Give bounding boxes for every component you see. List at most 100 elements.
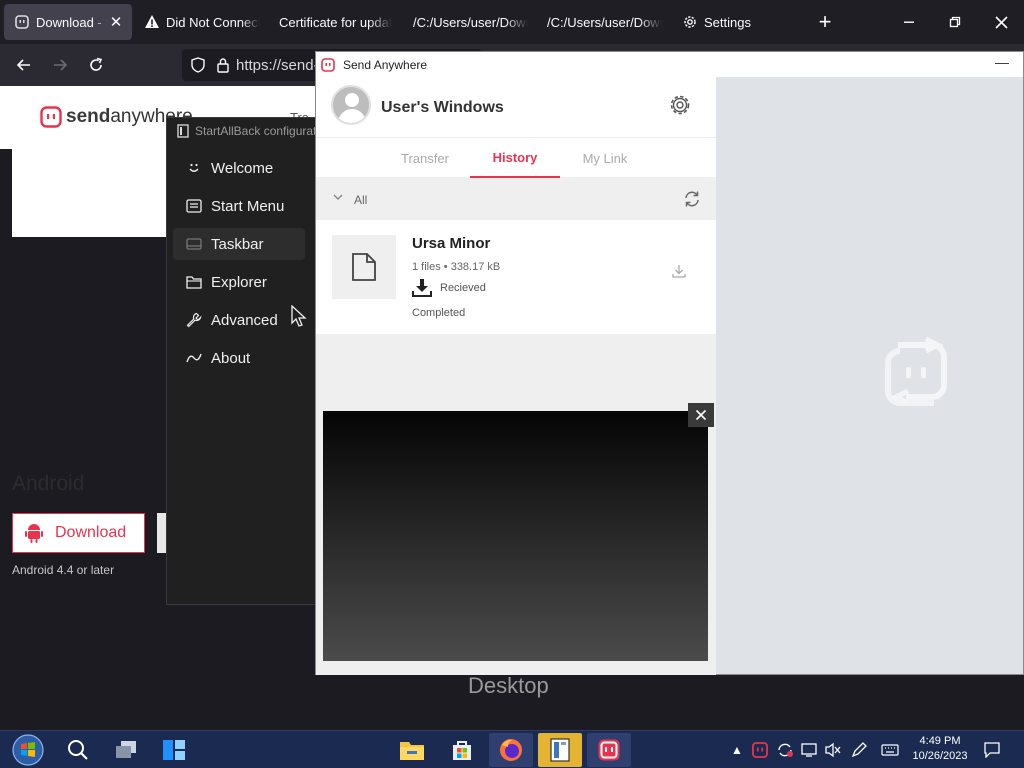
close-icon — [695, 409, 707, 421]
tab-label: Download - Send Anywhere — [36, 14, 108, 30]
send-anywhere-icon — [14, 14, 30, 30]
volume-muted-icon[interactable] — [823, 740, 843, 760]
received-download-icon — [412, 279, 432, 297]
smile-icon — [185, 161, 203, 175]
close-ad-button[interactable] — [688, 403, 714, 427]
tab-settings[interactable]: Settings — [672, 4, 772, 40]
sab-menu-advanced[interactable]: Advanced — [173, 304, 305, 336]
startallback-title: StartAllBack configuration — [195, 124, 333, 138]
firefox-button[interactable] — [489, 733, 533, 767]
video-ad-area[interactable] — [323, 411, 708, 661]
store-button[interactable] — [440, 733, 484, 767]
arrow-left-icon — [16, 59, 30, 71]
minimize-icon — [904, 21, 914, 23]
task-view-button[interactable] — [104, 733, 148, 767]
tab-did-not-connect[interactable]: Did Not Connect — [134, 4, 260, 40]
search-icon — [68, 740, 88, 760]
tab-label: Certificate for updates — [279, 14, 392, 30]
widgets-icon — [163, 740, 185, 760]
back-button[interactable] — [9, 50, 39, 80]
browser-tab-strip: Download - Send Anywhere ✕ Did Not Conne… — [0, 0, 1024, 44]
tab-download-send-anywhere[interactable]: Download - Send Anywhere ✕ — [4, 4, 132, 40]
tab-label: Did Not Connect — [166, 14, 260, 30]
sab-menu-label: Explorer — [211, 273, 267, 291]
reload-button[interactable] — [81, 50, 111, 80]
android-download-button[interactable]: Download — [12, 513, 145, 553]
settings-gear-icon[interactable] — [668, 93, 692, 117]
sa-tab-bar: Transfer History My Link — [316, 137, 716, 178]
download-icon[interactable] — [671, 263, 687, 279]
direction-label: Recieved — [440, 282, 486, 294]
tab-history[interactable]: History — [470, 138, 560, 178]
tray-sync-icon[interactable] — [775, 740, 795, 760]
reload-icon — [90, 57, 103, 71]
send-anywhere-title-bar[interactable]: Send Anywhere — — [316, 52, 1023, 77]
sab-menu-about[interactable]: About — [173, 342, 305, 374]
android-heading: Android — [12, 472, 85, 495]
taskbar-clock[interactable]: 4:49 PM 10/26/2023 — [908, 734, 972, 764]
start-button[interactable] — [6, 733, 50, 767]
tray-send-anywhere-icon[interactable] — [750, 740, 770, 760]
android-requirement: Android 4.4 or later — [12, 563, 115, 577]
send-anywhere-taskbar-button[interactable] — [587, 733, 631, 767]
pen-icon[interactable] — [849, 740, 869, 760]
widgets-button[interactable] — [152, 733, 196, 767]
tab-downloads-2[interactable]: /C:/Users/user/Downloads — [536, 4, 662, 40]
folder-icon — [400, 742, 424, 760]
logo-text-bold: send — [66, 106, 111, 127]
history-item[interactable]: Ursa Minor 1 files • 338.17 kB Recieved … — [316, 220, 716, 334]
lock-icon[interactable] — [216, 57, 230, 73]
file-icon — [332, 235, 396, 299]
send-anywhere-logo-icon — [40, 106, 62, 128]
send-anywhere-icon — [598, 739, 620, 761]
arrow-right-icon — [54, 59, 68, 71]
tab-my-link[interactable]: My Link — [560, 138, 650, 178]
download-label: Download — [55, 524, 127, 541]
sab-menu-label: Taskbar — [211, 235, 264, 253]
tab-certificate[interactable]: Certificate for updates — [268, 4, 392, 40]
show-hidden-icons-button[interactable]: ▲ — [727, 740, 747, 760]
avatar[interactable] — [331, 85, 371, 125]
sab-menu-taskbar[interactable]: Taskbar — [173, 228, 305, 260]
about-icon — [185, 352, 203, 364]
restore-button[interactable] — [932, 0, 978, 44]
gear-icon — [682, 14, 698, 30]
tab-downloads-1[interactable]: /C:/Users/user/Downloads — [402, 4, 528, 40]
startallback-window: StartAllBack configuration Welcome Start… — [166, 117, 332, 605]
minimize-button[interactable] — [886, 0, 932, 44]
clock-date: 10/26/2023 — [912, 750, 968, 762]
sab-menu-label: Welcome — [211, 159, 274, 177]
wrench-icon — [185, 312, 203, 328]
startallback-button[interactable] — [538, 733, 582, 767]
mouse-cursor-icon — [291, 305, 307, 327]
search-button[interactable] — [56, 733, 100, 767]
profile-name: User's Windows — [381, 99, 504, 116]
screen: Download - Send Anywhere ✕ Did Not Conne… — [0, 0, 1024, 768]
tab-label: /C:/Users/user/Downloads — [413, 14, 528, 30]
android-icon — [25, 524, 43, 543]
sab-menu-welcome[interactable]: Welcome — [173, 152, 305, 184]
history-filter[interactable]: All — [316, 178, 716, 220]
firefox-icon — [500, 739, 522, 761]
close-icon — [994, 15, 1008, 29]
new-tab-button[interactable]: + — [802, 0, 848, 44]
startallback-icon — [550, 738, 570, 762]
sa-minimize-button[interactable]: — — [995, 54, 1009, 70]
close-window-button[interactable] — [978, 0, 1024, 44]
forward-button[interactable] — [45, 50, 75, 80]
sab-menu-label: Start Menu — [211, 197, 285, 215]
send-anywhere-watermark-icon — [885, 337, 947, 406]
touch-keyboard-icon[interactable] — [880, 740, 900, 760]
tab-transfer[interactable]: Transfer — [380, 138, 470, 178]
refresh-icon[interactable] — [682, 189, 702, 209]
file-explorer-button[interactable] — [390, 733, 434, 767]
startallback-title-bar[interactable]: StartAllBack configuration — [177, 124, 332, 138]
sab-menu-start-menu[interactable]: Start Menu — [173, 190, 305, 222]
notification-center-icon[interactable] — [982, 740, 1002, 760]
restore-icon — [949, 16, 961, 28]
history-item-status: Completed — [412, 307, 466, 319]
tray-display-icon[interactable] — [799, 740, 819, 760]
sab-menu-explorer[interactable]: Explorer — [173, 266, 305, 298]
close-tab-icon[interactable]: ✕ — [108, 13, 124, 31]
shield-icon[interactable] — [190, 57, 206, 73]
